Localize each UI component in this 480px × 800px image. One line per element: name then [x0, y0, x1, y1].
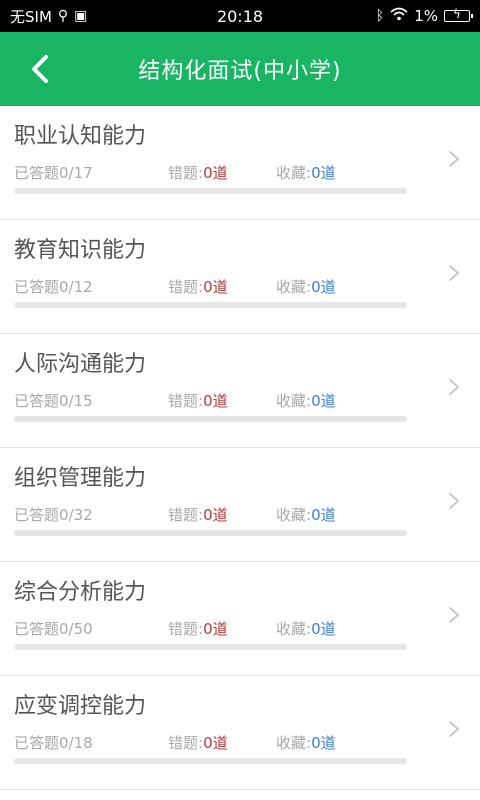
list-item[interactable]: 综合分析能力 已答题0/50 错题:0道 收藏:0道: [0, 562, 480, 676]
favorite-label: 收藏:: [276, 278, 312, 296]
item-stats: 已答题0/12 错题:0道 收藏:0道: [14, 276, 466, 300]
progress-bar: [14, 416, 407, 422]
answered-stat: 已答题0/18: [14, 732, 93, 753]
wrong-label: 错题:: [168, 506, 204, 524]
bluetooth-icon: ᛒ: [375, 8, 385, 24]
item-title: 应变调控能力: [14, 694, 147, 719]
battery-percent: 1%: [414, 7, 438, 25]
chevron-right-icon: [449, 265, 459, 281]
favorite-value: 0道: [311, 278, 336, 296]
progress-bar: [14, 530, 407, 536]
item-title: 教育知识能力: [14, 238, 147, 263]
answered-stat: 已答题0/17: [14, 162, 93, 183]
favorite-stat: 收藏:0道: [276, 618, 336, 639]
wrong-value: 0道: [203, 392, 228, 410]
wrong-value: 0道: [203, 164, 228, 182]
wrong-label: 错题:: [168, 620, 204, 638]
chevron-right-icon: [449, 607, 459, 623]
answered-value: 0/18: [59, 734, 93, 752]
app-bar: 结构化面试(中小学): [0, 32, 480, 106]
favorite-stat: 收藏:0道: [276, 162, 336, 183]
usb-icon: ⚲: [57, 8, 69, 24]
wrong-stat: 错题:0道: [168, 618, 228, 639]
favorite-value: 0道: [311, 734, 336, 752]
wrong-label: 错题:: [168, 164, 204, 182]
favorite-label: 收藏:: [276, 734, 312, 752]
category-list: 职业认知能力 已答题0/17 错题:0道 收藏:0道 教育知识能力 已答题0/1…: [0, 106, 480, 790]
favorite-stat: 收藏:0道: [276, 276, 336, 297]
answered-value: 0/50: [59, 620, 93, 638]
wrong-label: 错题:: [168, 392, 204, 410]
wrong-stat: 错题:0道: [168, 162, 228, 183]
favorite-value: 0道: [311, 506, 336, 524]
answered-label: 已答题: [14, 164, 60, 182]
wrong-stat: 错题:0道: [168, 732, 228, 753]
favorite-stat: 收藏:0道: [276, 732, 336, 753]
chevron-right-icon: [449, 493, 459, 509]
chevron-right-icon: [449, 721, 459, 737]
chevron-right-icon: [449, 379, 459, 395]
notification-icon: ▣: [74, 8, 88, 24]
item-title: 职业认知能力: [14, 124, 147, 149]
answered-label: 已答题: [14, 506, 60, 524]
list-item[interactable]: 职业认知能力 已答题0/17 错题:0道 收藏:0道: [0, 106, 480, 220]
answered-label: 已答题: [14, 392, 60, 410]
progress-bar: [14, 302, 407, 308]
progress-bar: [14, 644, 407, 650]
list-item[interactable]: 应变调控能力 已答题0/18 错题:0道 收藏:0道: [0, 676, 480, 790]
answered-label: 已答题: [14, 278, 60, 296]
answered-stat: 已答题0/12: [14, 276, 93, 297]
battery-icon: ϟ: [444, 7, 473, 22]
status-bar: 无SIM ⚲ ▣ 20:18 ᛒ 1% ϟ: [0, 0, 480, 32]
back-button[interactable]: [22, 50, 58, 88]
carrier-label: 无SIM: [10, 7, 52, 26]
status-left: 无SIM ⚲ ▣: [10, 6, 87, 27]
progress-bar: [14, 758, 407, 764]
wrong-stat: 错题:0道: [168, 276, 228, 297]
favorite-value: 0道: [311, 620, 336, 638]
answered-label: 已答题: [14, 620, 60, 638]
favorite-label: 收藏:: [276, 392, 312, 410]
wrong-value: 0道: [203, 620, 228, 638]
list-item[interactable]: 教育知识能力 已答题0/12 错题:0道 收藏:0道: [0, 220, 480, 334]
favorite-label: 收藏:: [276, 164, 312, 182]
status-right: ᛒ 1% ϟ: [375, 7, 473, 25]
item-stats: 已答题0/18 错题:0道 收藏:0道: [14, 732, 466, 756]
favorite-value: 0道: [311, 164, 336, 182]
answered-stat: 已答题0/15: [14, 390, 93, 411]
wrong-stat: 错题:0道: [168, 504, 228, 525]
answered-value: 0/17: [59, 164, 93, 182]
favorite-label: 收藏:: [276, 620, 312, 638]
answered-value: 0/15: [59, 392, 93, 410]
item-stats: 已答题0/32 错题:0道 收藏:0道: [14, 504, 466, 528]
wrong-value: 0道: [203, 278, 228, 296]
item-title: 综合分析能力: [14, 580, 147, 605]
item-title: 组织管理能力: [14, 466, 147, 491]
list-item[interactable]: 人际沟通能力 已答题0/15 错题:0道 收藏:0道: [0, 334, 480, 448]
page-title: 结构化面试(中小学): [138, 59, 342, 84]
answered-label: 已答题: [14, 734, 60, 752]
favorite-stat: 收藏:0道: [276, 390, 336, 411]
wrong-label: 错题:: [168, 734, 204, 752]
answered-stat: 已答题0/32: [14, 504, 93, 525]
wrong-value: 0道: [203, 734, 228, 752]
item-title: 人际沟通能力: [14, 352, 147, 377]
wifi-icon: [390, 7, 408, 25]
item-stats: 已答题0/17 错题:0道 收藏:0道: [14, 162, 466, 186]
item-stats: 已答题0/50 错题:0道 收藏:0道: [14, 618, 466, 642]
favorite-value: 0道: [311, 392, 336, 410]
wrong-stat: 错题:0道: [168, 390, 228, 411]
progress-bar: [14, 188, 407, 194]
list-item[interactable]: 组织管理能力 已答题0/32 错题:0道 收藏:0道: [0, 448, 480, 562]
answered-stat: 已答题0/50: [14, 618, 93, 639]
answered-value: 0/32: [59, 506, 93, 524]
wrong-label: 错题:: [168, 278, 204, 296]
answered-value: 0/12: [59, 278, 93, 296]
favorite-stat: 收藏:0道: [276, 504, 336, 525]
chevron-right-icon: [449, 151, 459, 167]
item-stats: 已答题0/15 错题:0道 收藏:0道: [14, 390, 466, 414]
wrong-value: 0道: [203, 506, 228, 524]
favorite-label: 收藏:: [276, 506, 312, 524]
back-arrow-icon: [32, 55, 48, 83]
